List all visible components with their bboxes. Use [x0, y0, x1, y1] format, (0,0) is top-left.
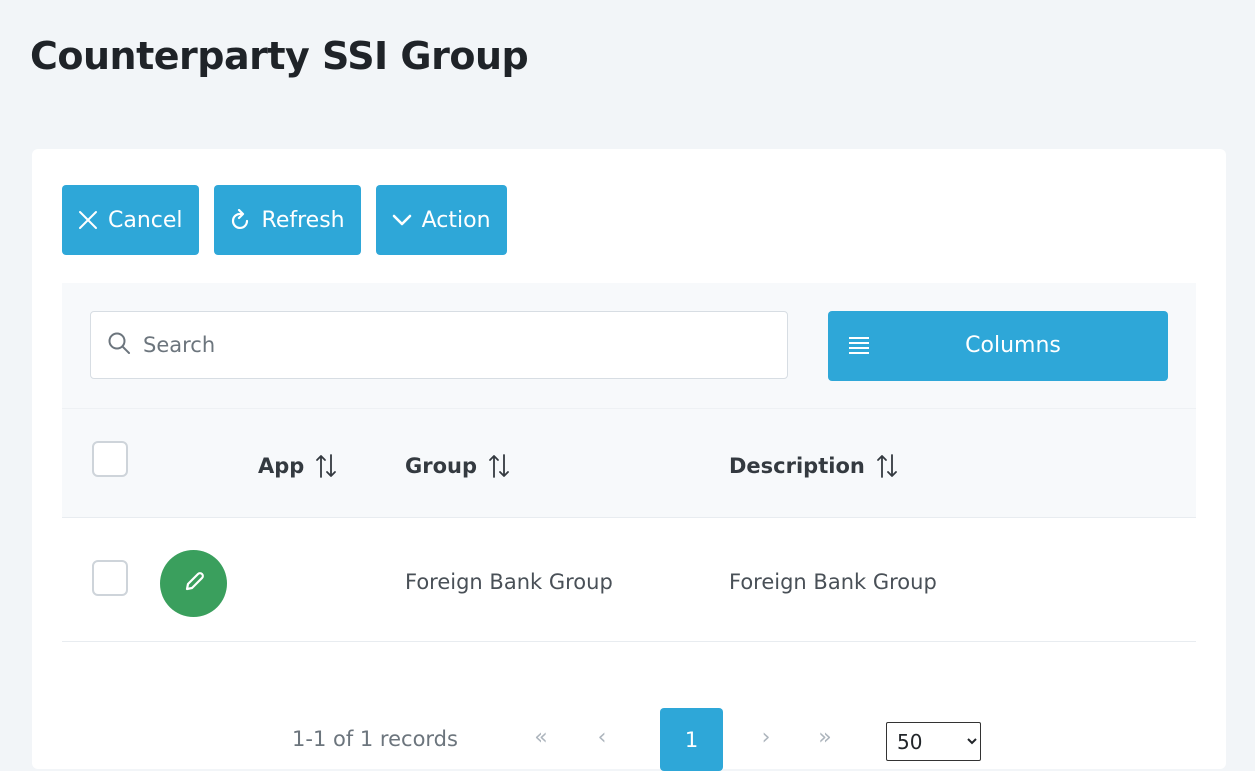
- prev-page-button[interactable]: ‹: [582, 707, 622, 767]
- refresh-button[interactable]: Refresh: [213, 185, 361, 255]
- refresh-icon: [230, 209, 252, 231]
- select-all-checkbox[interactable]: [92, 441, 128, 477]
- column-header-group[interactable]: Group: [405, 453, 511, 479]
- close-icon: [78, 210, 98, 230]
- sort-icon: [487, 453, 511, 479]
- refresh-label: Refresh: [261, 207, 345, 233]
- column-header-label: Description: [729, 454, 865, 478]
- action-button[interactable]: Action: [375, 185, 507, 255]
- next-page-button[interactable]: ›: [746, 707, 786, 767]
- cancel-button[interactable]: Cancel: [62, 185, 199, 255]
- last-page-button[interactable]: »: [805, 707, 845, 767]
- sort-icon: [875, 453, 899, 479]
- record-count: 1-1 of 1 records: [292, 727, 458, 751]
- column-header-description[interactable]: Description: [729, 453, 899, 479]
- cell-description: Foreign Bank Group: [729, 570, 937, 594]
- page-button-current[interactable]: 1: [660, 708, 723, 771]
- table-header-row: App Group Description: [62, 409, 1196, 518]
- sort-icon: [314, 453, 338, 479]
- chevron-down-icon: [392, 213, 412, 227]
- action-label: Action: [421, 207, 491, 233]
- main-card: Cancel Refresh Action Search Columns App…: [32, 149, 1226, 771]
- cell-group: Foreign Bank Group: [405, 570, 613, 594]
- pagination: 1-1 of 1 records « ‹ 1 › » 50: [62, 641, 1196, 771]
- search-icon: [107, 331, 131, 359]
- toolbar: Cancel Refresh Action: [62, 185, 507, 255]
- columns-label: Columns: [965, 333, 1061, 358]
- column-header-label: App: [258, 454, 305, 478]
- edit-button[interactable]: [160, 550, 227, 617]
- column-header-app[interactable]: App: [258, 453, 338, 479]
- rows-per-page-select[interactable]: 50: [886, 722, 981, 761]
- columns-button[interactable]: Columns: [828, 311, 1168, 381]
- cancel-label: Cancel: [108, 207, 183, 233]
- table-toolbar: Columns: [62, 283, 1196, 409]
- page-title: Counterparty SSI Group: [30, 34, 529, 78]
- first-page-button[interactable]: «: [521, 707, 561, 767]
- search-field[interactable]: [90, 311, 788, 379]
- row-checkbox[interactable]: [92, 560, 128, 596]
- table-row: Foreign Bank Group Foreign Bank Group: [62, 518, 1196, 642]
- column-header-label: Group: [405, 454, 478, 478]
- search-input[interactable]: [141, 332, 745, 358]
- pencil-icon: [181, 569, 207, 598]
- data-table: Columns App Group Description: [62, 283, 1196, 771]
